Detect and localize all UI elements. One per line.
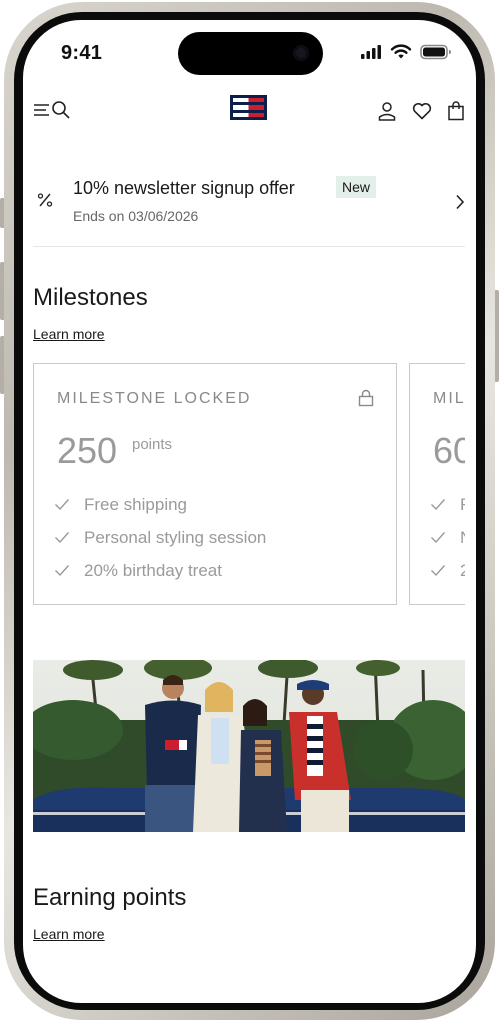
check-icon [431,499,446,511]
wifi-icon [390,44,412,59]
screen: 9:41 10% newsletter signup offer New End… [23,20,476,1003]
search-icon[interactable] [51,100,71,120]
dynamic-island [178,32,323,75]
check-icon [431,565,446,577]
phone-frame: 9:41 10% newsletter signup offer New End… [0,0,499,1024]
offer-expiry: Ends on 03/06/2026 [73,208,199,224]
status-icons [360,44,452,60]
newsletter-offer-row[interactable]: 10% newsletter signup offer New Ends on … [33,168,465,247]
bag-icon[interactable] [445,100,467,122]
battery-icon [420,44,451,60]
status-time: 9:41 [61,42,103,64]
check-icon [55,532,70,544]
menu-icon[interactable] [33,100,53,120]
offer-title: 10% newsletter signup offer [73,178,295,198]
carousel-clip [465,350,476,630]
benefit-label: 20% birthday treat [84,561,222,580]
account-icon[interactable] [376,100,398,122]
milestone-points-unit: points [132,436,173,453]
benefit-label: Personal styling session [84,528,267,547]
chevron-right-icon [455,194,465,215]
check-icon [55,565,70,577]
check-icon [55,499,70,511]
campaign-photo [33,660,465,832]
benefit-item: 20% birthday treat [54,560,266,593]
percent-icon [37,192,53,213]
top-nav [23,90,476,130]
lock-icon [358,389,374,412]
benefit-item: Personal styling session [54,527,266,560]
milestone-card[interactable]: MILESTONE LOCKED 250 points Free shippin… [33,363,397,605]
camera-icon [293,45,309,61]
milestones-title: Milestones [33,284,148,311]
signal-icon [361,45,381,59]
heart-icon[interactable] [411,100,433,122]
earning-learn-more-link[interactable]: Learn more [33,926,105,942]
check-icon [431,532,446,544]
benefit-list: Free shipping Personal styling session 2… [54,494,266,593]
milestone-status: MIL [433,390,466,407]
milestones-learn-more-link[interactable]: Learn more [33,326,105,342]
milestone-status: MILESTONE LOCKED [57,390,252,407]
benefit-item: Free shipping [54,494,266,527]
earning-points-title: Earning points [33,884,187,911]
new-badge: New [336,176,377,198]
benefit-label: Free shipping [84,495,188,514]
milestone-points: 250 [57,430,118,471]
flag-logo[interactable] [230,95,267,120]
